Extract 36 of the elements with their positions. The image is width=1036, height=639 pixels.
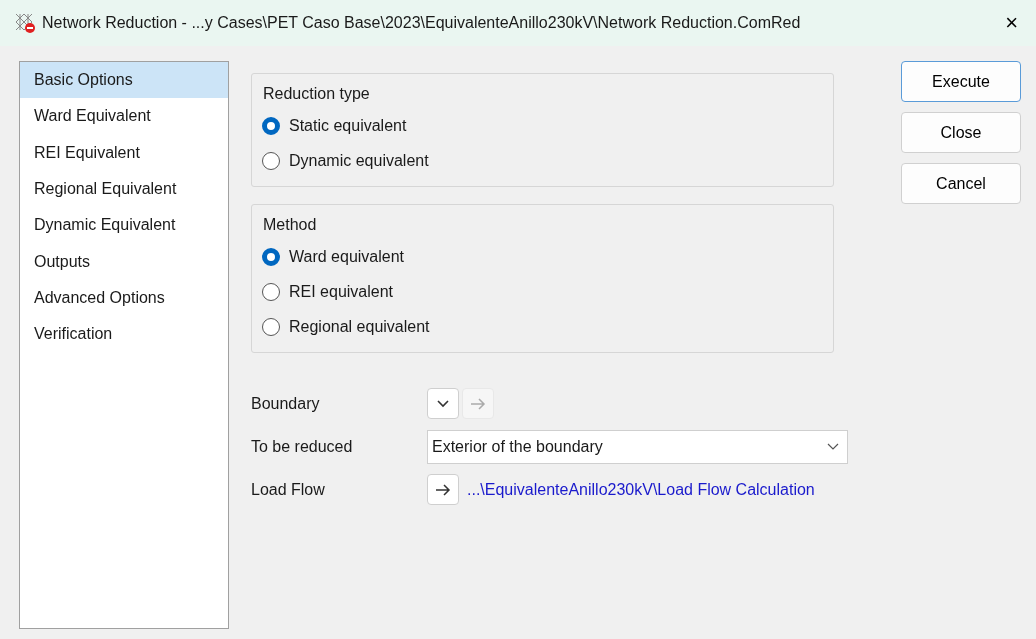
sidebar-item[interactable]: Verification [20, 316, 228, 353]
radio-label: Dynamic equivalent [289, 150, 429, 171]
chevron-icon [827, 442, 839, 451]
dropdown-button[interactable] [427, 388, 459, 419]
group-title: Reduction type [263, 84, 370, 104]
sidebar-item[interactable]: Basic Options [20, 62, 228, 99]
window-title: Network Reduction - ...y Cases\PET Caso Base\2023\EquivalenteAnillo230kV\Network Reduction.ComRed [42, 13, 802, 33]
radio-button[interactable] [262, 317, 280, 336]
sidebar-item[interactable]: Regional Equivalent [20, 170, 228, 208]
field-label: Load Flow [251, 479, 326, 500]
path-link[interactable]: ...\EquivalenteAnillo230kV\Load Flow Calculation [467, 477, 815, 502]
radio-button[interactable] [262, 151, 280, 170]
group-title: Method [263, 215, 317, 235]
sidebar-item[interactable]: Ward Equivalent [20, 98, 228, 135]
dialog-button[interactable]: Close [901, 112, 1021, 153]
sidebar-item[interactable]: Advanced Options [20, 279, 228, 317]
chevron-icon [436, 399, 450, 408]
radio-label: Static equivalent [289, 115, 407, 136]
radio-label: Regional equivalent [289, 316, 430, 337]
radio-label: Ward equivalent [289, 246, 405, 267]
dialog-button[interactable]: Cancel [901, 163, 1021, 204]
select-field[interactable]: Exterior of the boundary [427, 429, 848, 464]
field-label: To be reduced [251, 436, 354, 457]
radio-button[interactable] [262, 247, 280, 266]
arrow-icon [435, 483, 451, 496]
sidebar-item[interactable]: Dynamic Equivalent [20, 207, 228, 244]
field-label: Boundary [251, 393, 321, 414]
dialog-button[interactable]: Execute [901, 61, 1021, 102]
radio-button[interactable] [262, 116, 280, 135]
arrow-button[interactable] [427, 474, 459, 505]
radio-button[interactable] [262, 282, 280, 301]
sidebar-item[interactable]: REI Equivalent [20, 134, 228, 171]
radio-label: REI equivalent [289, 281, 394, 302]
arrow-icon [470, 397, 486, 410]
network-icon [14, 12, 36, 34]
sidebar-item[interactable]: Outputs [20, 243, 228, 280]
